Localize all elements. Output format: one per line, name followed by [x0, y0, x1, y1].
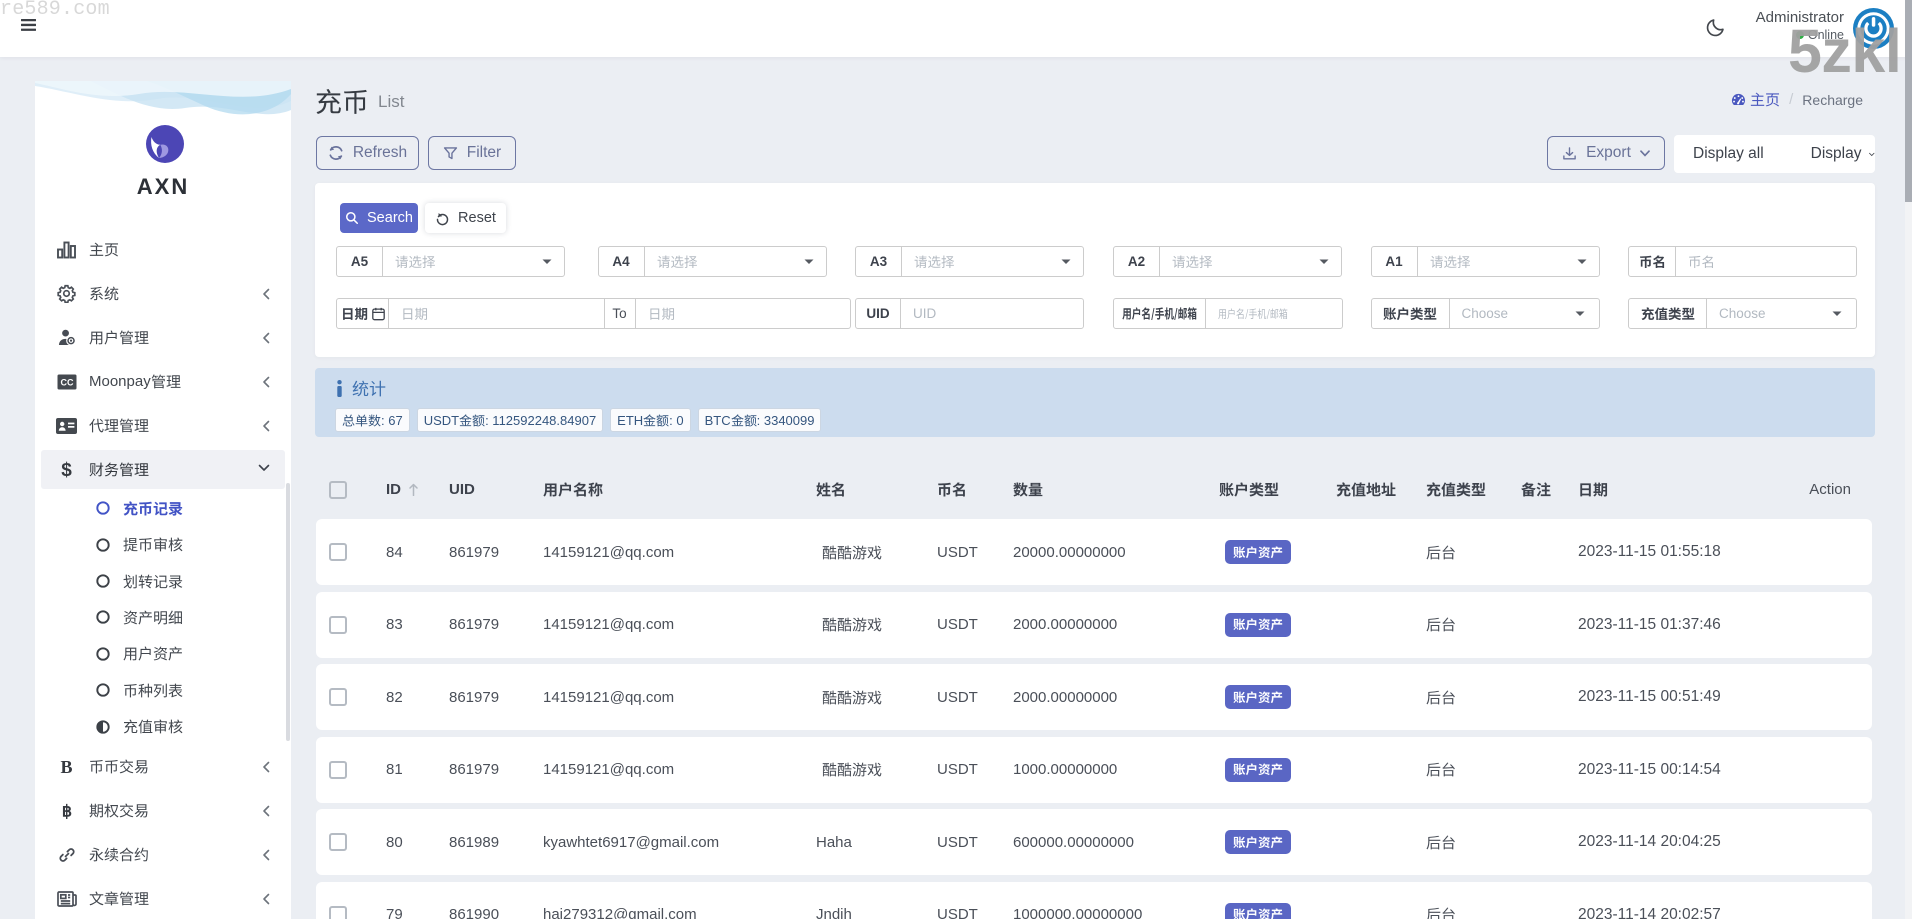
svg-text:฿: ฿	[61, 804, 71, 821]
svg-text:$: $	[61, 460, 72, 480]
svg-text:CC: CC	[60, 377, 73, 387]
svg-text:B: B	[60, 758, 72, 776]
